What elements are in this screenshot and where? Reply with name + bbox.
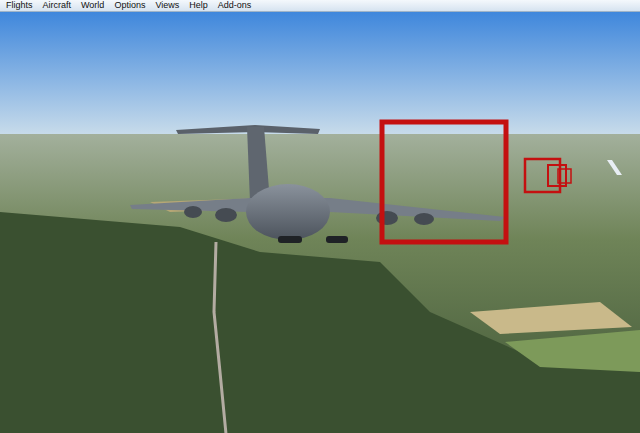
menu-item[interactable]: Aircraft [43,0,72,11]
menu-item[interactable]: Help [189,0,208,11]
menu-item[interactable]: Views [155,0,179,11]
menu-item[interactable]: Flights [6,0,33,11]
distant-aircraft [607,160,622,175]
menu-item[interactable]: Options [114,0,145,11]
cargo-plane [130,125,505,243]
field [470,302,632,334]
viewport [0,12,640,433]
menu-bar: Flights Aircraft World Options Views Help Add-… [0,0,640,12]
forest [0,212,640,433]
road [214,242,226,433]
ground [0,134,640,433]
menu-item[interactable]: World [81,0,104,11]
flight-scene [0,12,640,433]
sky [0,12,640,134]
field [505,330,640,372]
simulator-window: Flights Aircraft World Options Views Help Add-… [0,0,640,433]
gate-markers [382,122,571,242]
menu-item[interactable]: Add-ons [218,0,252,11]
